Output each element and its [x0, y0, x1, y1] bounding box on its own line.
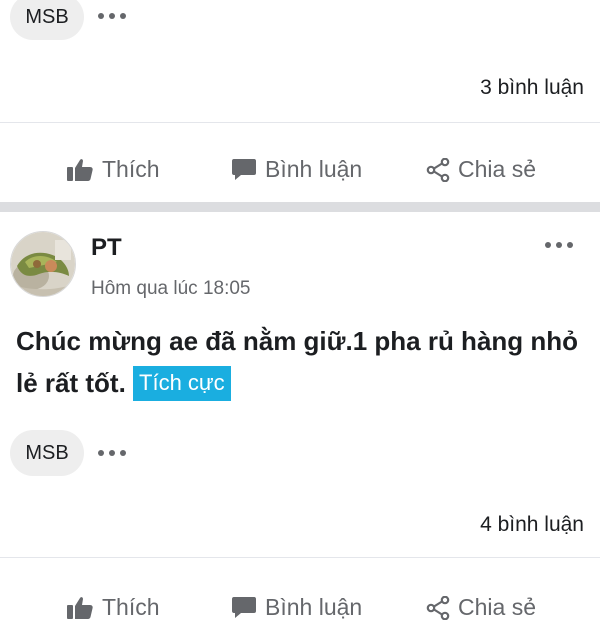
stock-tag-chip[interactable]: MSB — [10, 430, 84, 476]
tag-more-icon[interactable] — [98, 11, 126, 21]
thumbs-up-icon — [67, 596, 93, 619]
like-label: Thích — [102, 594, 160, 620]
post-action-bar: Thích Bình luận Chia sẻ — [0, 578, 600, 638]
stock-tag-chip[interactable]: MSB — [10, 0, 84, 40]
comment-icon — [232, 596, 256, 618]
post-separator — [0, 202, 600, 212]
divider — [0, 557, 600, 558]
post-action-bar: Thích Bình luận Chia sẻ — [0, 140, 600, 200]
share-icon — [426, 595, 450, 620]
like-button[interactable]: Thích — [66, 156, 160, 183]
post-timestamp[interactable]: Hôm qua lúc 18:05 — [91, 278, 251, 300]
comment-button[interactable]: Bình luận — [231, 156, 362, 183]
like-label: Thích — [102, 156, 160, 182]
author-avatar[interactable] — [10, 231, 76, 297]
share-icon — [426, 157, 450, 182]
share-button[interactable]: Chia sẻ — [426, 594, 536, 621]
comment-count[interactable]: 3 bình luận — [480, 76, 584, 100]
author-name[interactable]: PT — [91, 234, 122, 262]
comment-count[interactable]: 4 bình luận — [480, 513, 584, 537]
sentiment-badge: Tích cực — [133, 366, 231, 401]
comment-label: Bình luận — [265, 594, 363, 620]
share-label: Chia sẻ — [458, 156, 536, 182]
divider — [0, 122, 600, 123]
thumbs-up-icon — [67, 158, 93, 181]
comment-icon — [232, 158, 256, 180]
share-button[interactable]: Chia sẻ — [426, 156, 536, 183]
like-button[interactable]: Thích — [66, 594, 160, 621]
post-body: Chúc mừng ae đã nằm giữ.1 pha rủ hàng nh… — [16, 320, 588, 404]
share-label: Chia sẻ — [458, 594, 536, 620]
comment-button[interactable]: Bình luận — [231, 594, 362, 621]
post-text: Chúc mừng ae đã nằm giữ.1 pha rủ hàng nh… — [16, 326, 579, 398]
avatar-image — [11, 232, 75, 296]
stock-tag-label: MSB — [25, 5, 69, 28]
comment-label: Bình luận — [265, 156, 363, 182]
stock-tag-label: MSB — [25, 441, 69, 464]
post-more-options-icon[interactable] — [545, 240, 573, 250]
tag-more-icon[interactable] — [98, 448, 126, 458]
